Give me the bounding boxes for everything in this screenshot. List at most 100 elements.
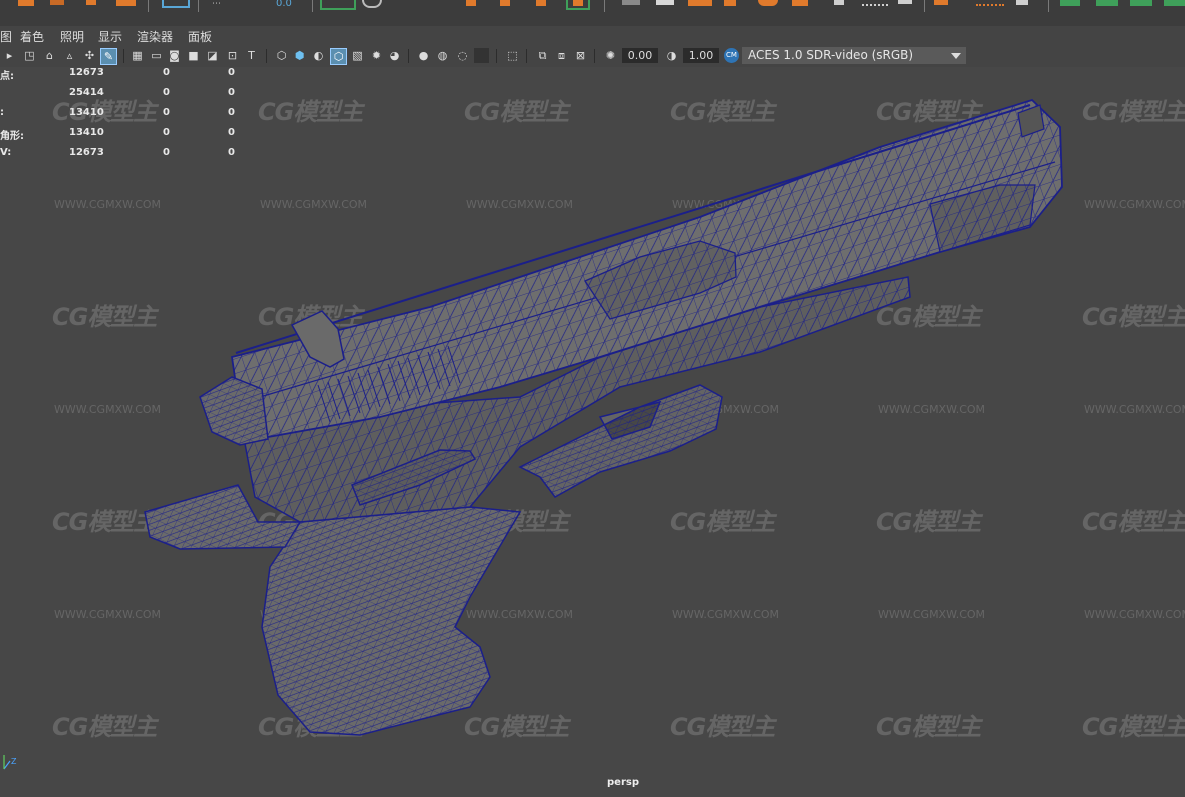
hud-label: 角形: bbox=[0, 131, 24, 142]
bookmark-icon[interactable]: ⌂ bbox=[42, 48, 57, 63]
toolbar-divider bbox=[526, 49, 527, 63]
shelf-frame-icon[interactable] bbox=[320, 0, 356, 10]
shelf-tool-icon-12[interactable] bbox=[1016, 0, 1028, 5]
xray-components-icon[interactable]: ⊠ bbox=[573, 48, 588, 63]
color-space-dropdown[interactable]: ACES 1.0 SDR-video (sRGB) bbox=[742, 47, 966, 64]
hud-value: 12673 bbox=[69, 67, 104, 78]
anti-aliasing-icon[interactable]: ◌ bbox=[455, 48, 470, 63]
shelf-green-icon-4[interactable] bbox=[1164, 0, 1185, 6]
wireframe-icon[interactable]: ⬡ bbox=[274, 48, 289, 63]
wireframe-on-shaded-icon[interactable]: ⬡ bbox=[330, 48, 347, 65]
shelf-green-frame-icon[interactable] bbox=[566, 0, 590, 10]
shelf-tool-icon-9[interactable] bbox=[898, 0, 912, 4]
film-gate-icon[interactable]: ▭ bbox=[149, 48, 164, 63]
shelf-tool-icon-7[interactable] bbox=[834, 0, 844, 5]
gamma-field[interactable]: 1.00 bbox=[683, 48, 719, 63]
shelf-green-icon-3[interactable] bbox=[1130, 0, 1152, 6]
shelf-divider bbox=[924, 0, 925, 12]
view-transform-icon[interactable]: CM bbox=[724, 48, 739, 63]
smooth-shade-icon[interactable]: ⬢ bbox=[292, 48, 307, 63]
hud-value: 13410 bbox=[69, 107, 104, 118]
xray-icon[interactable]: ⧉ bbox=[535, 48, 550, 63]
hud-value: 0 bbox=[163, 147, 170, 158]
shelf-toolbar: ⋯ 0.0 bbox=[0, 0, 1185, 27]
default-material-icon[interactable]: ◐ bbox=[311, 48, 326, 63]
shelf-tool-icon-1[interactable] bbox=[622, 0, 640, 5]
toolbar-divider bbox=[266, 49, 267, 63]
shelf-orange-icon[interactable] bbox=[18, 0, 34, 6]
shelf-orange-icon-3[interactable] bbox=[500, 0, 510, 6]
field-chart-icon[interactable]: ◪ bbox=[205, 48, 220, 63]
menu-shading[interactable]: 着色 bbox=[20, 28, 44, 45]
panel-toolbar: ▸ ◳ ⌂ ▵ ✣ ✎ ▦ ▭ ◙ ■ ◪ ⊡ T ⬡ ⬢ ◐ ⬡ ▧ ✹ ◕ … bbox=[0, 45, 1185, 68]
shelf-green-icon-1[interactable] bbox=[1060, 0, 1080, 6]
camera-name-label: persp bbox=[607, 777, 639, 788]
shelf-green-icon-2[interactable] bbox=[1096, 0, 1118, 6]
shelf-text-icon[interactable] bbox=[86, 0, 96, 5]
textured-icon[interactable]: ▧ bbox=[350, 48, 365, 63]
viewport-persp[interactable]: CG模型主 WWW.CGMXW.COM CG模型主 WWW.CGMXW.COM CG模型… bbox=[0, 67, 1185, 797]
panel-menu-bar: 图 着色 照明 显示 渲染器 面板 bbox=[0, 26, 1185, 45]
safe-title-icon[interactable]: T bbox=[244, 48, 259, 63]
shelf-tool-icon-11[interactable] bbox=[976, 0, 1004, 6]
isolate-select-icon[interactable]: ⬚ bbox=[505, 48, 520, 63]
image-plane-icon[interactable]: ▵ bbox=[62, 48, 77, 63]
shelf-divider bbox=[1048, 0, 1049, 12]
hud-value: 0 bbox=[228, 67, 235, 78]
toolbar-divider bbox=[594, 49, 595, 63]
shelf-divider bbox=[312, 0, 313, 12]
hud-value: 0 bbox=[163, 67, 170, 78]
menu-panels[interactable]: 面板 bbox=[188, 28, 212, 45]
shelf-tool-icon-4[interactable] bbox=[724, 0, 736, 6]
hud-label: : bbox=[0, 107, 4, 118]
hud-value: 0 bbox=[228, 87, 235, 98]
hud-value: 13410 bbox=[69, 127, 104, 138]
shelf-tool-icon-6[interactable] bbox=[792, 0, 808, 6]
shelf-tool-icon-3[interactable] bbox=[688, 0, 712, 6]
shadows-icon[interactable]: ◕ bbox=[387, 48, 402, 63]
shelf-circle-icon[interactable] bbox=[362, 0, 382, 8]
hud-value: 0 bbox=[228, 127, 235, 138]
depth-of-field-icon[interactable] bbox=[474, 48, 489, 63]
shelf-select-icon[interactable] bbox=[162, 0, 190, 8]
shelf-tool-icon-8[interactable] bbox=[862, 0, 888, 6]
toolbar-divider bbox=[123, 49, 124, 63]
hud-label: V: bbox=[0, 147, 12, 158]
2d-pan-zoom-icon[interactable]: ✣ bbox=[82, 48, 97, 63]
pistol-model[interactable] bbox=[0, 67, 1185, 797]
resolution-gate-icon[interactable]: ◙ bbox=[167, 48, 182, 63]
menu-renderer[interactable]: 渲染器 bbox=[137, 28, 173, 45]
lights-icon[interactable]: ✹ bbox=[369, 48, 384, 63]
shelf-orange-icon-2[interactable] bbox=[466, 0, 476, 6]
chevron-down-icon bbox=[951, 53, 961, 59]
motion-blur-icon[interactable]: ◍ bbox=[435, 48, 450, 63]
camera-attributes-icon[interactable]: ◳ bbox=[22, 48, 37, 63]
toolbar-divider bbox=[496, 49, 497, 63]
menu-show[interactable]: 显示 bbox=[98, 28, 122, 45]
shelf-tool-icon-5[interactable] bbox=[758, 0, 778, 6]
gamma-icon[interactable]: ◑ bbox=[664, 48, 679, 63]
shelf-tool-icon-10[interactable] bbox=[934, 0, 948, 5]
exposure-icon[interactable]: ✺ bbox=[603, 48, 618, 63]
axis-gizmo-icon: Z bbox=[3, 755, 17, 770]
shelf-square-icon[interactable] bbox=[116, 0, 136, 6]
hud-value: 0 bbox=[228, 147, 235, 158]
grease-pencil-icon[interactable]: ✎ bbox=[100, 48, 117, 65]
hud-label: 点: bbox=[0, 71, 14, 82]
gate-mask-icon[interactable]: ■ bbox=[186, 48, 201, 63]
menu-lighting[interactable]: 照明 bbox=[60, 28, 84, 45]
menu-view[interactable]: 图 bbox=[0, 28, 12, 45]
exposure-field[interactable]: 0.00 bbox=[622, 48, 658, 63]
shelf-snap-icon[interactable]: ⋯ bbox=[212, 0, 232, 9]
xray-joints-icon[interactable]: ⧈ bbox=[554, 48, 569, 63]
shelf-divider bbox=[148, 0, 149, 12]
grid-icon[interactable]: ▦ bbox=[130, 48, 145, 63]
select-camera-icon[interactable]: ▸ bbox=[2, 48, 17, 63]
shelf-orange-icon-4[interactable] bbox=[536, 0, 546, 6]
shelf-tool-icon-2[interactable] bbox=[656, 0, 674, 5]
shelf-curve-icon[interactable] bbox=[50, 0, 64, 5]
safe-action-icon[interactable]: ⊡ bbox=[225, 48, 240, 63]
hud-value: 0 bbox=[228, 107, 235, 118]
axis-z-label: Z bbox=[11, 757, 17, 766]
screen-space-ao-icon[interactable]: ● bbox=[416, 48, 431, 63]
